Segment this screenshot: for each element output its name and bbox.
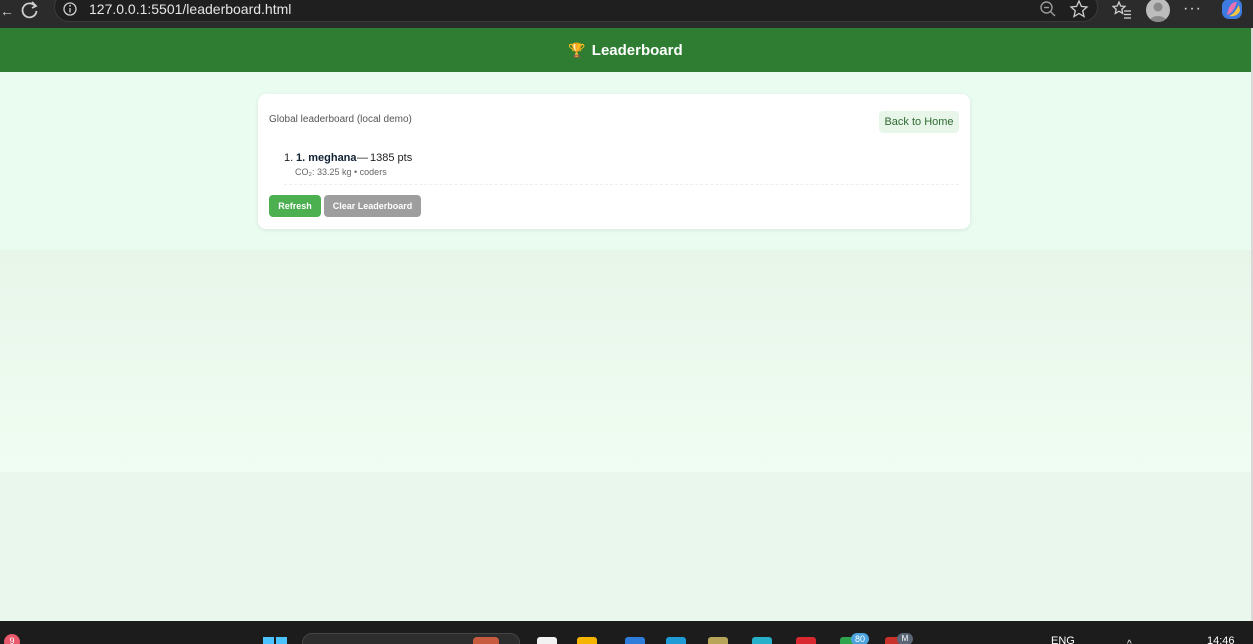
more-options-icon[interactable]: ···	[1183, 0, 1203, 20]
entry-rank: 1.	[284, 152, 294, 164]
back-arrow-icon[interactable]: ←	[0, 3, 14, 19]
windows-start-icon[interactable]	[263, 637, 287, 644]
notification-badge[interactable]: 9	[4, 634, 20, 644]
refresh-button[interactable]: Refresh	[269, 195, 321, 217]
entry-detail: CO₂: 33.25 kg • coders	[295, 167, 387, 177]
profile-avatar[interactable]	[1146, 0, 1170, 22]
search-highlight-icon	[473, 637, 499, 644]
copilot-icon[interactable]	[1220, 0, 1244, 21]
entry-points: 1385 pts	[370, 152, 413, 164]
file-explorer-icon[interactable]	[577, 637, 597, 644]
taskbar-search[interactable]	[302, 633, 520, 644]
person-icon	[1149, 2, 1167, 22]
app-header: 🏆 Leaderboard	[0, 28, 1251, 72]
page-title-text: Leaderboard	[591, 41, 683, 59]
zoom-out-icon[interactable]	[1039, 0, 1057, 18]
entry-name: 1. meghana	[296, 152, 357, 164]
url-text[interactable]: 127.0.0.1:5501/leaderboard.html	[89, 1, 291, 17]
browser-toolbar: ← 127.0.0.1:5501/leaderboard.html ···	[0, 0, 1253, 28]
system-tray-chevron-icon[interactable]: ^	[1127, 639, 1132, 644]
entry-separator: —	[357, 152, 368, 164]
chat-app-icon[interactable]	[752, 637, 772, 644]
clock[interactable]: 14:46	[1207, 635, 1235, 644]
page-title: 🏆 Leaderboard	[568, 42, 682, 59]
background-band	[0, 250, 1251, 472]
info-icon[interactable]	[63, 2, 77, 16]
taskbar: 9 80 M ENG ^ 14:46	[0, 621, 1253, 644]
store-icon[interactable]	[666, 637, 686, 644]
favorites-icon[interactable]	[1112, 0, 1132, 20]
unread-count-badge: 80	[851, 633, 869, 644]
address-bar[interactable]: 127.0.0.1:5501/leaderboard.html	[54, 0, 1098, 22]
back-to-home-button[interactable]: Back to Home	[879, 111, 959, 133]
media-app-icon[interactable]	[796, 637, 816, 644]
reload-icon[interactable]	[20, 0, 40, 20]
page-viewport: 🏆 Leaderboard Global leaderboard (local …	[0, 28, 1251, 621]
favorite-star-icon[interactable]	[1069, 0, 1089, 19]
profile-badge: M	[897, 633, 913, 644]
trophy-icon: 🏆	[568, 41, 586, 58]
task-view-icon[interactable]	[537, 637, 557, 644]
edge-browser-icon[interactable]	[625, 637, 645, 644]
leaderboard-card: Global leaderboard (local demo) Back to …	[258, 94, 970, 229]
leaderboard-subtitle: Global leaderboard (local demo)	[269, 114, 412, 125]
leaderboard-list: 1. 1. meghana — 1385 pts CO₂: 33.25 kg •…	[284, 151, 959, 185]
language-indicator[interactable]: ENG	[1051, 635, 1075, 644]
clear-leaderboard-button[interactable]: Clear Leaderboard	[324, 195, 421, 217]
leaderboard-entry: 1. 1. meghana — 1385 pts CO₂: 33.25 kg •…	[284, 151, 959, 185]
background-band-bottom	[0, 472, 1251, 621]
app-icon[interactable]	[708, 637, 728, 644]
